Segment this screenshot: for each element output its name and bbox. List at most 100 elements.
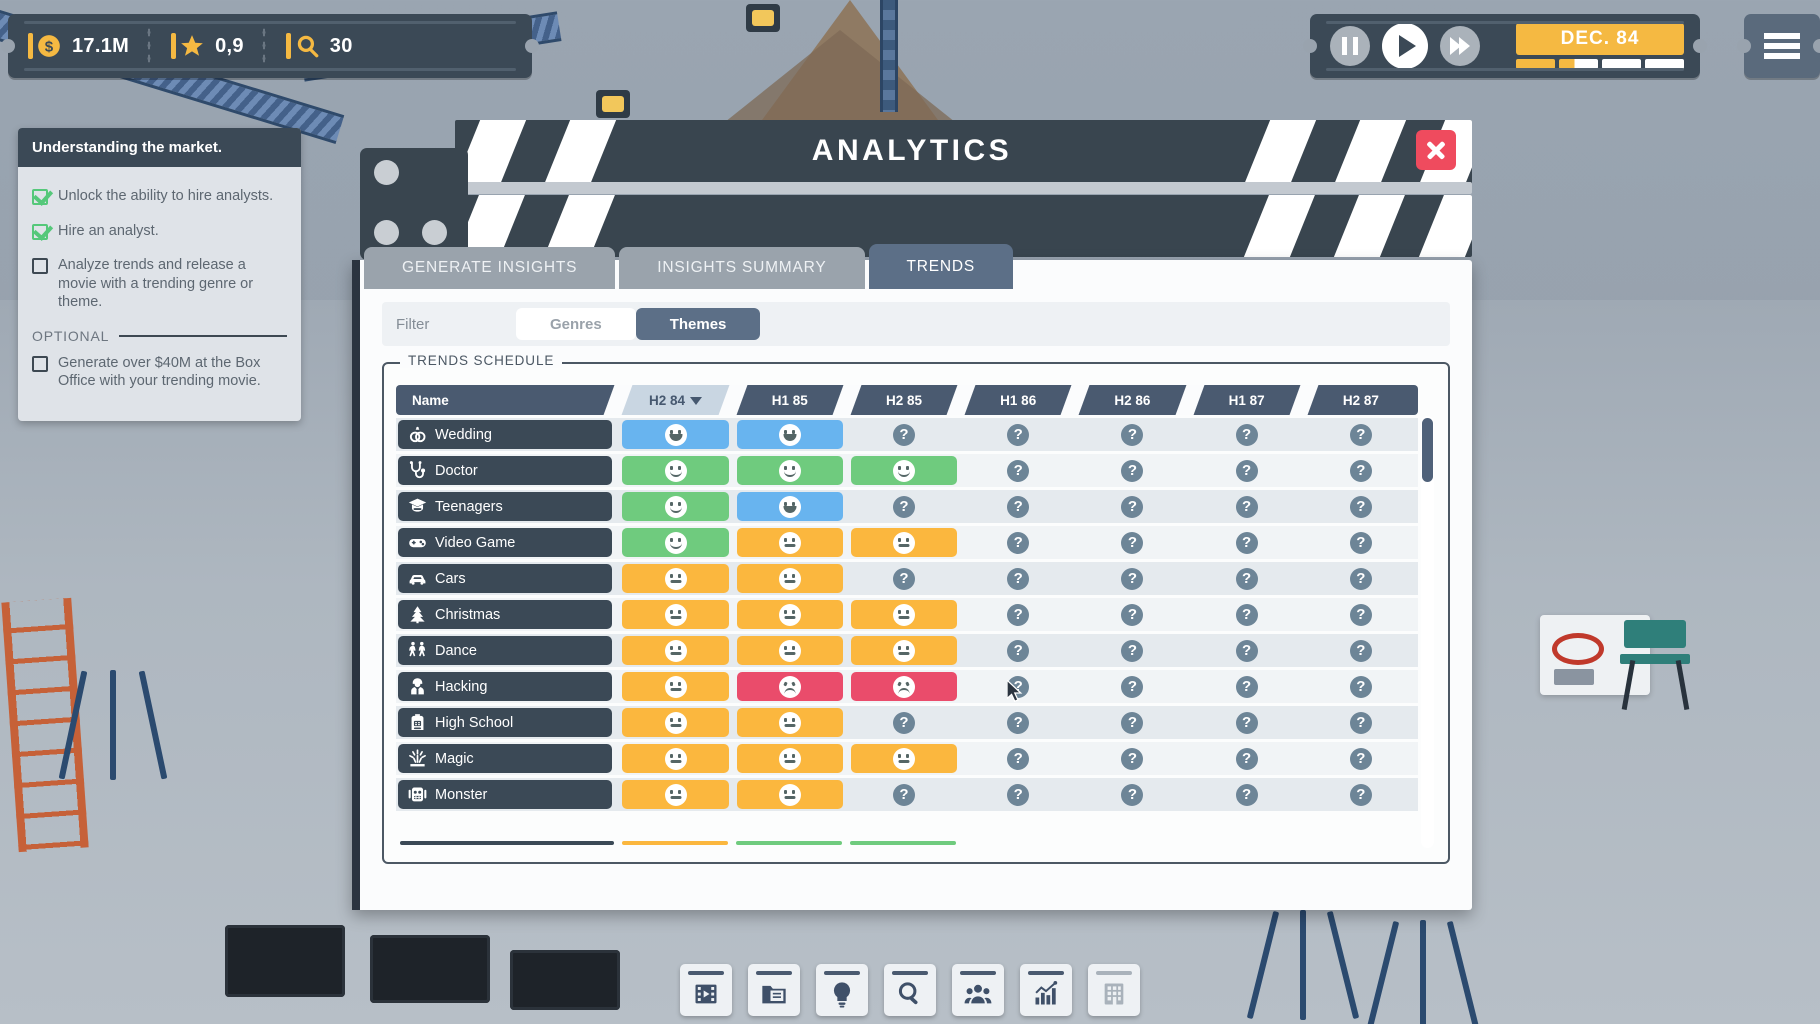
trend-period-cell[interactable] bbox=[618, 778, 732, 811]
dock-button-research[interactable] bbox=[884, 964, 936, 1016]
quest-task[interactable]: Analyze trends and release a movie with … bbox=[32, 256, 287, 312]
checkbox-checked-icon[interactable] bbox=[32, 224, 48, 240]
trend-period-cell[interactable]: ? bbox=[847, 490, 961, 523]
table-row[interactable]: High School????? bbox=[396, 706, 1418, 739]
trend-period-cell[interactable]: ? bbox=[847, 418, 961, 451]
quest-optional-task[interactable]: Generate over $40M at the Box Office wit… bbox=[32, 354, 287, 391]
trend-period-cell[interactable] bbox=[733, 706, 847, 739]
trend-period-cell[interactable] bbox=[847, 670, 961, 703]
trend-period-cell[interactable]: ? bbox=[1304, 526, 1418, 559]
trend-period-cell[interactable]: ? bbox=[1304, 670, 1418, 703]
trend-period-cell[interactable]: ? bbox=[1075, 454, 1189, 487]
trend-period-cell[interactable]: ? bbox=[1190, 454, 1304, 487]
quest-task[interactable]: Unlock the ability to hire analysts. bbox=[32, 187, 287, 206]
trend-period-cell[interactable]: ? bbox=[1075, 742, 1189, 775]
trend-period-cell[interactable]: ? bbox=[1190, 706, 1304, 739]
dock-button-analytics[interactable] bbox=[1020, 964, 1072, 1016]
trend-period-cell[interactable] bbox=[847, 598, 961, 631]
trend-period-cell[interactable]: ? bbox=[1190, 634, 1304, 667]
column-header-h2-85[interactable]: H2 85 bbox=[847, 385, 961, 415]
trend-name-cell[interactable]: Cars bbox=[396, 562, 618, 595]
trend-period-cell[interactable] bbox=[733, 598, 847, 631]
trend-period-cell[interactable] bbox=[847, 634, 961, 667]
trend-period-cell[interactable]: ? bbox=[1075, 670, 1189, 703]
trend-period-cell[interactable] bbox=[618, 454, 732, 487]
tab-generate-insights[interactable]: GENERATE INSIGHTS bbox=[364, 247, 615, 289]
trend-period-cell[interactable]: ? bbox=[961, 742, 1075, 775]
close-button[interactable] bbox=[1416, 130, 1456, 170]
trend-period-cell[interactable]: ? bbox=[1075, 490, 1189, 523]
trend-period-cell[interactable]: ? bbox=[961, 454, 1075, 487]
trend-period-cell[interactable]: ? bbox=[1190, 418, 1304, 451]
trend-period-cell[interactable]: ? bbox=[961, 778, 1075, 811]
table-row[interactable]: Cars????? bbox=[396, 562, 1418, 595]
table-row[interactable]: Teenagers????? bbox=[396, 490, 1418, 523]
checkbox-checked-icon[interactable] bbox=[32, 189, 48, 205]
trend-period-cell[interactable]: ? bbox=[1075, 706, 1189, 739]
fast-forward-button[interactable] bbox=[1440, 26, 1480, 66]
column-header-h2-86[interactable]: H2 86 bbox=[1075, 385, 1189, 415]
dock-button-studio[interactable] bbox=[1088, 964, 1140, 1016]
stat-research[interactable]: 30 bbox=[266, 14, 375, 78]
stat-money[interactable]: $ 17.1M bbox=[8, 14, 151, 78]
trend-period-cell[interactable] bbox=[733, 490, 847, 523]
trend-period-cell[interactable] bbox=[847, 526, 961, 559]
trend-name-cell[interactable]: Wedding bbox=[396, 418, 618, 451]
trend-period-cell[interactable] bbox=[618, 526, 732, 559]
trend-name-cell[interactable]: Doctor bbox=[396, 454, 618, 487]
vertical-scrollbar[interactable] bbox=[1421, 416, 1434, 848]
trend-period-cell[interactable]: ? bbox=[961, 490, 1075, 523]
trend-period-cell[interactable]: ? bbox=[961, 562, 1075, 595]
menu-button[interactable] bbox=[1744, 14, 1820, 78]
trend-period-cell[interactable] bbox=[618, 598, 732, 631]
trend-period-cell[interactable] bbox=[733, 670, 847, 703]
trend-period-cell[interactable]: ? bbox=[847, 562, 961, 595]
trend-period-cell[interactable]: ? bbox=[1304, 706, 1418, 739]
trend-period-cell[interactable] bbox=[618, 490, 732, 523]
trend-period-cell[interactable] bbox=[618, 670, 732, 703]
trend-period-cell[interactable]: ? bbox=[1304, 598, 1418, 631]
column-header-h2-84[interactable]: H2 84 bbox=[618, 385, 732, 415]
checkbox-unchecked-icon[interactable] bbox=[32, 258, 48, 274]
trend-period-cell[interactable]: ? bbox=[1190, 526, 1304, 559]
trend-period-cell[interactable] bbox=[618, 634, 732, 667]
column-header-name[interactable]: Name bbox=[396, 385, 618, 415]
trend-period-cell[interactable]: ? bbox=[1304, 418, 1418, 451]
stat-rating[interactable]: 0,9 bbox=[151, 14, 266, 78]
table-row[interactable]: Hacking???? bbox=[396, 670, 1418, 703]
trend-period-cell[interactable]: ? bbox=[1190, 670, 1304, 703]
table-row[interactable]: Video Game???? bbox=[396, 526, 1418, 559]
trend-period-cell[interactable]: ? bbox=[961, 706, 1075, 739]
quest-task[interactable]: Hire an analyst. bbox=[32, 222, 287, 241]
play-button[interactable] bbox=[1382, 23, 1428, 69]
trend-name-cell[interactable]: Christmas bbox=[396, 598, 618, 631]
table-row[interactable]: Dance???? bbox=[396, 634, 1418, 667]
trend-period-cell[interactable] bbox=[733, 778, 847, 811]
trend-period-cell[interactable]: ? bbox=[1190, 598, 1304, 631]
pause-button[interactable] bbox=[1330, 26, 1370, 66]
trend-period-cell[interactable]: ? bbox=[961, 418, 1075, 451]
column-header-h2-87[interactable]: H2 87 bbox=[1304, 385, 1418, 415]
trend-name-cell[interactable]: Monster bbox=[396, 778, 618, 811]
dock-button-movies[interactable] bbox=[680, 964, 732, 1016]
scrollbar-thumb[interactable] bbox=[1422, 418, 1433, 482]
trend-period-cell[interactable] bbox=[618, 742, 732, 775]
trend-period-cell[interactable]: ? bbox=[1190, 742, 1304, 775]
table-row[interactable]: Monster????? bbox=[396, 778, 1418, 811]
trend-period-cell[interactable] bbox=[733, 634, 847, 667]
trend-period-cell[interactable] bbox=[733, 562, 847, 595]
trend-period-cell[interactable]: ? bbox=[961, 634, 1075, 667]
trend-period-cell[interactable] bbox=[847, 742, 961, 775]
table-row[interactable]: Wedding????? bbox=[396, 418, 1418, 451]
trend-period-cell[interactable]: ? bbox=[961, 598, 1075, 631]
dock-button-projects[interactable] bbox=[748, 964, 800, 1016]
trend-period-cell[interactable]: ? bbox=[1190, 778, 1304, 811]
trend-period-cell[interactable]: ? bbox=[1304, 454, 1418, 487]
trend-period-cell[interactable]: ? bbox=[1304, 490, 1418, 523]
trend-period-cell[interactable] bbox=[733, 454, 847, 487]
filter-themes-button[interactable]: Themes bbox=[636, 308, 761, 340]
trend-period-cell[interactable]: ? bbox=[1075, 634, 1189, 667]
trend-period-cell[interactable] bbox=[733, 418, 847, 451]
trend-period-cell[interactable]: ? bbox=[1304, 778, 1418, 811]
dock-button-staff[interactable] bbox=[952, 964, 1004, 1016]
